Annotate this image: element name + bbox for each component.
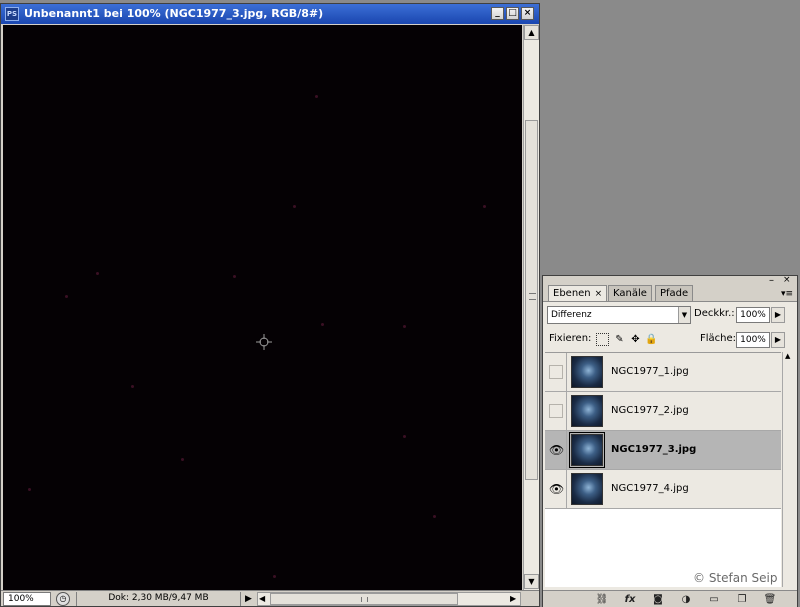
faint-star	[65, 295, 68, 298]
chevron-down-icon[interactable]: ▼	[678, 307, 690, 323]
link-layers-icon[interactable]: ⛓	[595, 593, 609, 607]
faint-star	[273, 575, 276, 578]
scroll-right-icon[interactable]: ▶	[510, 593, 516, 605]
eye-icon[interactable]: 👁	[549, 443, 564, 457]
faint-star	[28, 488, 31, 491]
lock-label: Fixieren:	[549, 333, 592, 344]
lock-transparency-icon[interactable]	[596, 333, 609, 346]
lock-move-icon[interactable]: ✥	[629, 333, 642, 346]
visibility-cell[interactable]	[545, 392, 567, 430]
minimize-icon[interactable]: _	[491, 7, 504, 20]
lock-all-icon[interactable]: 🔒	[645, 333, 658, 346]
faint-star	[483, 205, 486, 208]
vertical-scrollbar[interactable]: ▲ ▼	[523, 25, 539, 590]
status-menu-arrow-icon[interactable]: ▶	[245, 593, 255, 605]
faint-star	[131, 385, 134, 388]
visibility-toggle[interactable]	[549, 365, 563, 379]
layer-thumbnail	[569, 432, 605, 468]
tab-kanaele[interactable]: Kanäle	[608, 285, 652, 302]
fill-slider-arrow-icon[interactable]: ▶	[771, 332, 785, 348]
layers-panel: – × Ebenen × Kanäle Pfade ▾≡ Differenz ▼ …	[542, 275, 798, 607]
grip-icon	[529, 293, 536, 300]
scroll-down-icon[interactable]: ▼	[524, 574, 539, 589]
panel-header-strip[interactable]: – ×	[543, 276, 797, 286]
faint-star	[321, 323, 324, 326]
layer-row[interactable]: NGC1977_2.jpg	[545, 392, 781, 431]
horizontal-scroll-thumb[interactable]	[270, 593, 458, 605]
layer-mask-icon[interactable]: ◙	[651, 593, 665, 607]
faint-star	[96, 272, 99, 275]
crosshair-cursor-icon	[256, 334, 272, 350]
grip-icon	[361, 597, 368, 602]
faint-star	[181, 458, 184, 461]
panel-minimize-icon[interactable]: –	[769, 276, 774, 286]
layer-name: NGC1977_1.jpg	[611, 366, 689, 377]
layer-name: NGC1977_4.jpg	[611, 483, 689, 494]
lock-brush-icon[interactable]: ✎	[613, 333, 626, 346]
tab-ebenen[interactable]: Ebenen ×	[548, 285, 608, 302]
layer-thumbnail	[571, 473, 603, 505]
visibility-cell[interactable]	[545, 353, 567, 391]
tab-label: Kanäle	[613, 288, 647, 299]
faint-star	[233, 275, 236, 278]
layers-list: NGC1977_1.jpg NGC1977_2.jpg 👁 NGC1977_3.…	[545, 352, 781, 587]
scroll-up-icon[interactable]: ▲	[785, 352, 790, 360]
trash-icon[interactable]: 🗑	[763, 593, 777, 607]
tab-label: Ebenen	[553, 288, 591, 299]
faint-star	[403, 325, 406, 328]
zoom-level-field[interactable]: 100%	[3, 592, 51, 606]
visibility-cell[interactable]: 👁	[545, 431, 567, 469]
photoshop-app-icon[interactable]: PS	[5, 7, 19, 21]
tab-pfade[interactable]: Pfade	[655, 285, 694, 302]
layer-row[interactable]: 👁 NGC1977_4.jpg	[545, 470, 781, 509]
faint-star	[293, 205, 296, 208]
panel-menu-icon[interactable]: ▾≡	[781, 289, 793, 299]
visibility-toggle[interactable]	[549, 404, 563, 418]
layer-row-selected[interactable]: 👁 NGC1977_3.jpg	[545, 431, 781, 470]
scroll-up-icon[interactable]: ▲	[524, 25, 539, 40]
layer-thumbnail	[571, 395, 603, 427]
new-group-icon[interactable]: ▭	[707, 593, 721, 607]
eye-icon[interactable]: 👁	[549, 482, 564, 496]
tab-label: Pfade	[660, 288, 689, 299]
blend-mode-select[interactable]: Differenz ▼	[547, 306, 691, 324]
layers-panel-footer: ⛓ fx ◙ ◑ ▭ ❐ 🗑	[543, 590, 797, 607]
layer-name: NGC1977_2.jpg	[611, 405, 689, 416]
vertical-scroll-thumb[interactable]	[525, 120, 538, 480]
image-canvas[interactable]	[3, 25, 522, 590]
watermark: © Stefan Seip	[693, 571, 778, 585]
status-info-icon[interactable]: ◷	[56, 592, 70, 606]
layers-list-scrollbar[interactable]: ▲	[782, 352, 796, 587]
maximize-icon[interactable]: □	[506, 7, 519, 20]
layer-name: NGC1977_3.jpg	[611, 444, 697, 455]
document-size-info[interactable]: Dok: 2,30 MB/9,47 MB	[76, 592, 241, 606]
opacity-slider-arrow-icon[interactable]: ▶	[771, 307, 785, 323]
faint-star	[315, 95, 318, 98]
faint-star	[433, 515, 436, 518]
layers-panel-body: Differenz ▼ Deckkr.: 100% ▶ Fixieren: ✎ …	[543, 301, 797, 607]
tab-close-icon[interactable]: ×	[595, 289, 603, 299]
new-layer-icon[interactable]: ❐	[735, 593, 749, 607]
scroll-left-icon[interactable]: ◀	[259, 593, 265, 605]
horizontal-scrollbar[interactable]: ◀ ▶	[257, 592, 521, 606]
visibility-cell[interactable]: 👁	[545, 470, 567, 508]
fx-icon[interactable]: fx	[623, 593, 637, 607]
document-titlebar[interactable]: PS Unbenannt1 bei 100% (NGC1977_3.jpg, R…	[1, 4, 539, 24]
opacity-field[interactable]: 100%	[736, 307, 770, 323]
fill-label: Fläche:	[700, 333, 737, 344]
faint-star	[403, 435, 406, 438]
layer-thumbnail	[571, 356, 603, 388]
document-window: PS Unbenannt1 bei 100% (NGC1977_3.jpg, R…	[0, 3, 540, 607]
close-icon[interactable]: ×	[521, 7, 534, 20]
fill-field[interactable]: 100%	[736, 332, 770, 348]
layer-row[interactable]: NGC1977_1.jpg	[545, 353, 781, 392]
opacity-label: Deckkr.:	[694, 308, 735, 319]
blend-mode-value: Differenz	[551, 310, 592, 320]
adjustment-layer-icon[interactable]: ◑	[679, 593, 693, 607]
status-bar: 100% ◷ Dok: 2,30 MB/9,47 MB ▶ ◀ ▶	[1, 590, 539, 606]
document-title: Unbenannt1 bei 100% (NGC1977_3.jpg, RGB/…	[24, 7, 324, 20]
panel-close-icon[interactable]: ×	[783, 276, 791, 285]
